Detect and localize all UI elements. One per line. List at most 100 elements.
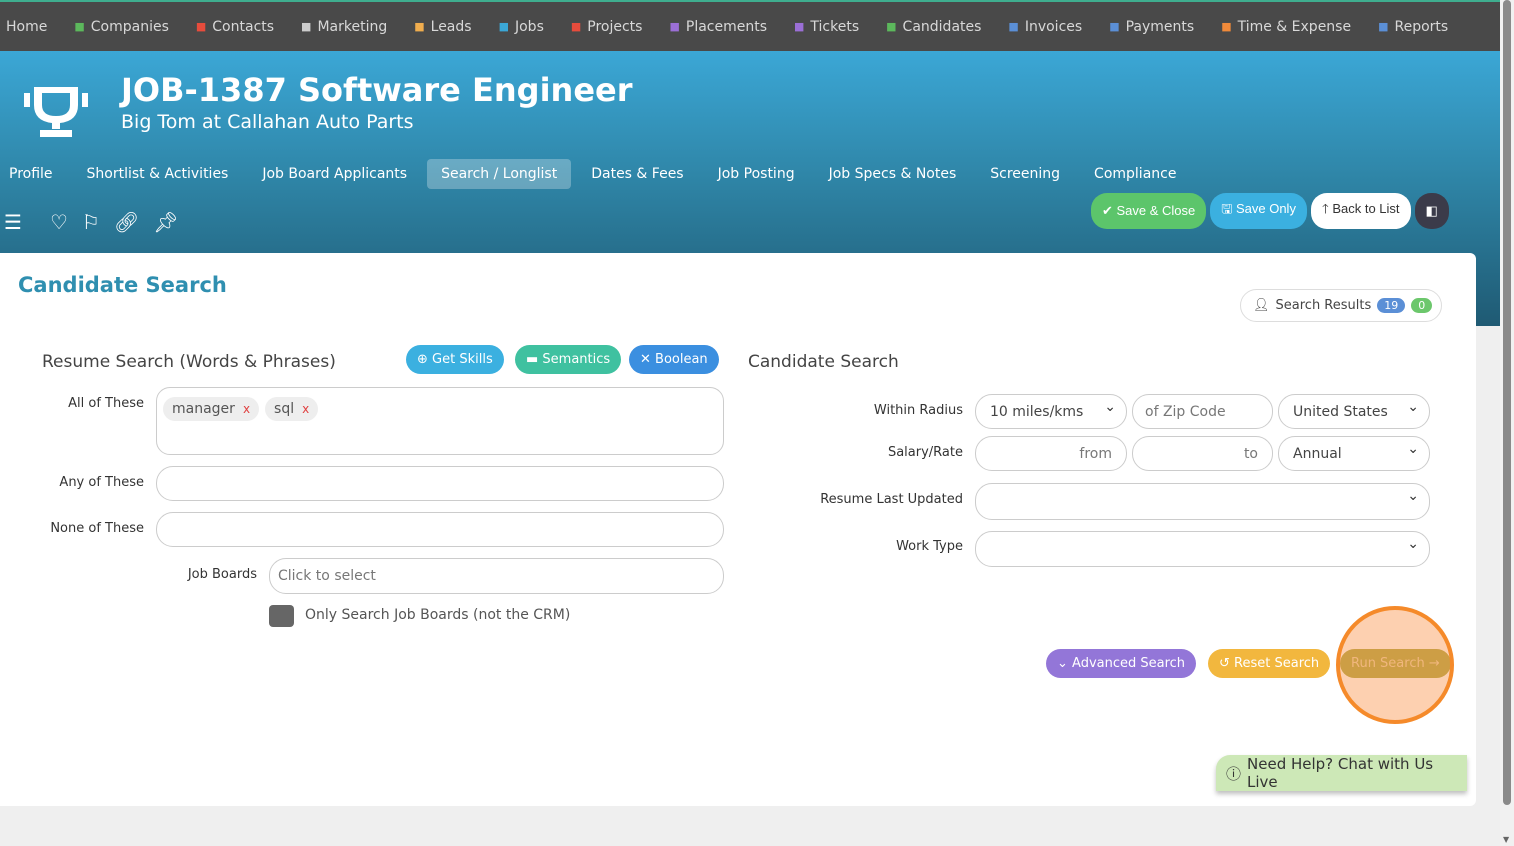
nav-item-placements[interactable]: ■ Placements bbox=[669, 19, 767, 35]
nav-label: Reports bbox=[1394, 18, 1449, 35]
help-label: Need Help? Chat with Us Live bbox=[1247, 755, 1434, 791]
nav-label: Payments bbox=[1125, 18, 1195, 35]
contact-icon: ■ bbox=[195, 20, 207, 33]
search-results-button[interactable]: 👤︎ Search Results 19 0 bbox=[1240, 289, 1442, 322]
briefcase-icon: ■ bbox=[669, 20, 680, 33]
none-of-these-input[interactable] bbox=[156, 512, 724, 547]
pin-icon[interactable]: 📌︎ bbox=[153, 210, 178, 234]
nav-item-marketing[interactable]: ■ Marketing bbox=[301, 19, 387, 35]
nav-item-contacts[interactable]: ■ Contacts bbox=[196, 19, 274, 35]
tab-bar: Profile Shortlist & Activities Job Board A… bbox=[0, 159, 1196, 189]
advanced-search-button[interactable]: ⌄ Advanced Search bbox=[1046, 649, 1197, 678]
semantics-button[interactable]: ▬ Semantics bbox=[515, 345, 622, 374]
document-icon: ■ bbox=[1008, 20, 1019, 33]
tab-job-posting[interactable]: Job Posting bbox=[704, 159, 809, 189]
section-title: Candidate Search bbox=[18, 273, 227, 297]
panel-toggle-button[interactable]: ◧ bbox=[1414, 193, 1449, 229]
back-to-list-button[interactable]: 🡑 Back to List bbox=[1310, 193, 1411, 229]
remove-chip-icon[interactable]: x bbox=[243, 402, 250, 416]
scroll-down-icon[interactable]: ▼ bbox=[1503, 835, 1509, 844]
nav-label: Projects bbox=[587, 18, 643, 35]
zip-code-input[interactable]: of Zip Code bbox=[1132, 394, 1273, 429]
salary-to-input[interactable]: to bbox=[1132, 436, 1273, 471]
target-icon: ■ bbox=[414, 20, 425, 33]
live-chat-button[interactable]: ⓘ Need Help? Chat with Us Live bbox=[1216, 755, 1467, 791]
get-skills-button[interactable]: ⊕ Get Skills bbox=[406, 345, 504, 374]
reset-search-button[interactable]: ↺ Reset Search bbox=[1208, 649, 1331, 678]
nav-item-leads[interactable]: ■ Leads bbox=[414, 19, 471, 35]
salary-from-input[interactable]: from bbox=[975, 436, 1127, 471]
job-boards-label: Job Boards bbox=[187, 567, 257, 582]
nav-label: Placements bbox=[685, 18, 768, 35]
trophy-icon: ■ bbox=[498, 20, 509, 33]
tag-icon: ■ bbox=[794, 20, 805, 33]
work-type-label: Work Type bbox=[896, 539, 963, 554]
nav-label: Tickets bbox=[810, 18, 860, 35]
tab-compliance[interactable]: Compliance bbox=[1080, 159, 1190, 189]
resume-search-title: Resume Search (Words & Phrases) bbox=[42, 352, 336, 372]
nav-item-companies[interactable]: ■ Companies bbox=[74, 19, 169, 35]
all-of-these-input[interactable]: manager x sql x bbox=[156, 387, 724, 455]
help-icon: ⓘ bbox=[1226, 764, 1242, 783]
nav-item-home[interactable]: Home bbox=[6, 19, 47, 35]
building-icon: ■ bbox=[74, 20, 85, 33]
nav-label: Time & Expense bbox=[1237, 18, 1352, 35]
scrollbar-thumb[interactable] bbox=[1503, 0, 1511, 805]
resume-updated-select[interactable] bbox=[975, 483, 1430, 520]
tab-shortlist-activities[interactable]: Shortlist & Activities bbox=[73, 159, 243, 189]
work-type-select[interactable] bbox=[975, 531, 1430, 567]
search-card: Candidate Search 👤︎ Search Results 19 0 Res… bbox=[0, 253, 1476, 806]
nav-label: Companies bbox=[90, 18, 169, 35]
broadcast-icon: ■ bbox=[301, 20, 312, 33]
job-boards-select[interactable]: Click to select bbox=[269, 558, 724, 594]
only-job-boards-label: Only Search Job Boards (not the CRM) bbox=[305, 607, 571, 623]
results-count: 19 bbox=[1377, 298, 1406, 313]
nav-item-payments[interactable]: ■ Payments bbox=[1109, 19, 1194, 35]
radius-select[interactable]: 10 miles/kms bbox=[975, 394, 1127, 429]
keyword-chip: manager x bbox=[163, 397, 260, 421]
radius-label: Within Radius bbox=[873, 403, 963, 418]
save-only-button[interactable]: 🖫 Save Only bbox=[1210, 193, 1307, 229]
heart-icon[interactable]: ♡ bbox=[50, 210, 68, 234]
nav-item-projects[interactable]: ■ Projects bbox=[571, 19, 643, 35]
nav-item-jobs[interactable]: ■ Jobs bbox=[499, 19, 544, 35]
nav-item-candidates[interactable]: ■ Candidates bbox=[886, 19, 981, 35]
scrollbar[interactable]: ▼ bbox=[1500, 0, 1514, 846]
resume-updated-label: Resume Last Updated bbox=[820, 492, 963, 507]
any-of-these-input[interactable] bbox=[156, 466, 724, 501]
salary-period-select[interactable]: Annual bbox=[1278, 436, 1430, 471]
link-icon[interactable]: 🔗︎ bbox=[114, 210, 139, 234]
candidate-search-title: Candidate Search bbox=[748, 352, 899, 372]
save-close-button[interactable]: ✔ Save & Close bbox=[1091, 193, 1207, 229]
tab-job-board-applicants[interactable]: Job Board Applicants bbox=[248, 159, 421, 189]
nav-label: Marketing bbox=[317, 18, 388, 35]
nav-item-invoices[interactable]: ■ Invoices bbox=[1008, 19, 1082, 35]
clock-icon: ■ bbox=[1221, 20, 1232, 33]
tab-search-longlist[interactable]: Search / Longlist bbox=[427, 159, 572, 189]
flag-icon[interactable]: ⚐ bbox=[82, 210, 100, 234]
nav-label: Jobs bbox=[514, 18, 544, 35]
nav-item-time-expense[interactable]: ■ Time & Expense bbox=[1221, 19, 1351, 35]
tab-job-specs-notes[interactable]: Job Specs & Notes bbox=[815, 159, 971, 189]
none-label: None of These bbox=[50, 521, 144, 536]
nav-item-reports[interactable]: ■ Reports bbox=[1378, 19, 1448, 35]
trophy-icon bbox=[24, 87, 88, 137]
nav-label: Leads bbox=[430, 18, 472, 35]
tab-dates-fees[interactable]: Dates & Fees bbox=[577, 159, 697, 189]
nav-label: Invoices bbox=[1024, 18, 1083, 35]
menu-collapse-icon[interactable]: ☰ bbox=[4, 210, 22, 234]
click-highlight bbox=[1336, 606, 1454, 724]
tab-screening[interactable]: Screening bbox=[976, 159, 1074, 189]
nav-label: Contacts bbox=[212, 18, 275, 35]
boolean-button[interactable]: ✕ Boolean bbox=[629, 345, 719, 374]
tab-profile[interactable]: Profile bbox=[0, 159, 67, 189]
country-select[interactable]: United States bbox=[1278, 394, 1430, 429]
checkbox-icon: ■ bbox=[570, 20, 582, 33]
page-subtitle: Big Tom at Callahan Auto Parts bbox=[121, 111, 414, 133]
remove-chip-icon[interactable]: x bbox=[302, 402, 309, 416]
only-job-boards-checkbox[interactable] bbox=[269, 605, 294, 627]
chart-icon: ■ bbox=[1378, 20, 1389, 33]
nav-item-tickets[interactable]: ■ Tickets bbox=[794, 19, 859, 35]
users-icon: ■ bbox=[886, 20, 897, 33]
coins-icon: ■ bbox=[1109, 20, 1120, 33]
